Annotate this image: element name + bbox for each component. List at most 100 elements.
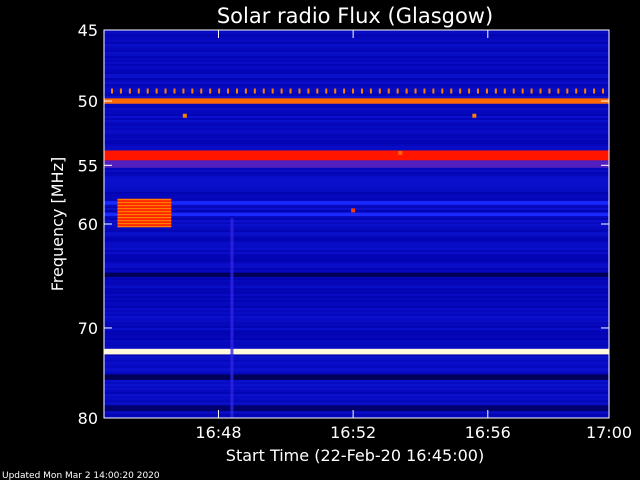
- texture-row: [104, 242, 609, 244]
- texture-row: [104, 46, 609, 48]
- texture-row: [104, 372, 609, 374]
- x-tick-label: 16:56: [465, 423, 511, 442]
- texture-row: [104, 122, 609, 124]
- interference-mark: [414, 88, 417, 94]
- texture-row: [104, 218, 609, 220]
- signal-spike: [398, 150, 403, 155]
- texture-row: [104, 270, 609, 272]
- texture-row: [104, 76, 609, 78]
- burst-stripe: [117, 204, 172, 207]
- interference-mark: [521, 88, 524, 94]
- interference-mark: [334, 88, 337, 94]
- interference-mark: [557, 88, 560, 94]
- texture-row: [104, 298, 609, 300]
- texture-row: [104, 356, 609, 358]
- texture-row: [104, 386, 609, 388]
- texture-row: [104, 188, 609, 190]
- interference-mark: [584, 88, 587, 94]
- texture-row: [104, 358, 609, 360]
- interference-mark: [548, 88, 551, 94]
- interference-mark: [218, 88, 221, 94]
- texture-row: [104, 338, 609, 340]
- texture-row: [104, 74, 609, 76]
- frequency-band: [104, 212, 609, 217]
- texture-row: [104, 284, 609, 286]
- interference-mark: [396, 88, 399, 94]
- texture-row: [104, 412, 609, 414]
- texture-row: [104, 120, 609, 122]
- burst-stripe: [117, 222, 172, 225]
- interference-mark: [209, 88, 212, 94]
- texture-row: [104, 346, 609, 348]
- texture-row: [104, 290, 609, 292]
- texture-row: [104, 56, 609, 58]
- interference-mark: [146, 88, 149, 94]
- interference-mark: [539, 88, 542, 94]
- burst-stripe: [117, 207, 172, 210]
- texture-row: [104, 400, 609, 402]
- texture-row: [104, 332, 609, 334]
- texture-row: [104, 248, 609, 250]
- interference-mark: [369, 88, 372, 94]
- texture-row: [104, 58, 609, 60]
- texture-row: [104, 48, 609, 50]
- texture-row: [104, 384, 609, 386]
- texture-row: [104, 64, 609, 66]
- interference-mark: [262, 88, 265, 94]
- texture-row: [104, 246, 609, 248]
- texture-row: [104, 146, 609, 148]
- texture-row: [104, 136, 609, 138]
- interference-mark: [244, 88, 247, 94]
- texture-row: [104, 174, 609, 176]
- texture-row: [104, 292, 609, 294]
- interference-mark: [387, 88, 390, 94]
- texture-row: [104, 360, 609, 362]
- frequency-band: [104, 374, 609, 380]
- spectrogram-texture: [104, 30, 609, 418]
- texture-row: [104, 124, 609, 126]
- texture-row: [104, 78, 609, 80]
- interference-mark: [566, 88, 569, 94]
- interference-mark: [378, 88, 381, 94]
- texture-row: [104, 240, 609, 242]
- texture-row: [104, 244, 609, 246]
- texture-row: [104, 70, 609, 72]
- texture-row: [104, 252, 609, 254]
- texture-row: [104, 112, 609, 114]
- texture-row: [104, 126, 609, 128]
- frequency-band: [104, 272, 609, 277]
- interference-mark: [343, 88, 346, 94]
- texture-row: [104, 370, 609, 372]
- texture-row: [104, 368, 609, 370]
- interference-mark: [602, 88, 604, 94]
- texture-row: [104, 268, 609, 270]
- signal-spike: [351, 208, 356, 213]
- interference-mark: [503, 88, 506, 94]
- texture-row: [104, 92, 609, 94]
- y-tick-label: 45: [78, 21, 98, 40]
- texture-row: [104, 42, 609, 44]
- texture-row: [104, 380, 609, 382]
- texture-row: [104, 258, 609, 260]
- interference-mark: [423, 88, 426, 94]
- radio-burst: [117, 198, 172, 228]
- frequency-band: [104, 98, 609, 104]
- interference-mark: [128, 88, 131, 94]
- texture-row: [104, 222, 609, 224]
- texture-row: [104, 86, 609, 88]
- texture-row: [104, 318, 609, 320]
- signal-spike: [182, 113, 187, 118]
- texture-row: [104, 398, 609, 400]
- plot-area: [104, 30, 609, 418]
- burst-stripe: [117, 201, 172, 204]
- frequency-band: [104, 160, 609, 168]
- texture-row: [104, 230, 609, 232]
- interference-mark: [530, 88, 533, 94]
- texture-row: [104, 130, 609, 132]
- x-axis-label: Start Time (22-Feb-20 16:45:00): [226, 446, 484, 465]
- texture-row: [104, 402, 609, 404]
- texture-row: [104, 232, 609, 234]
- texture-row: [104, 288, 609, 290]
- y-tick-label: 70: [78, 319, 98, 338]
- interference-mark: [494, 88, 497, 94]
